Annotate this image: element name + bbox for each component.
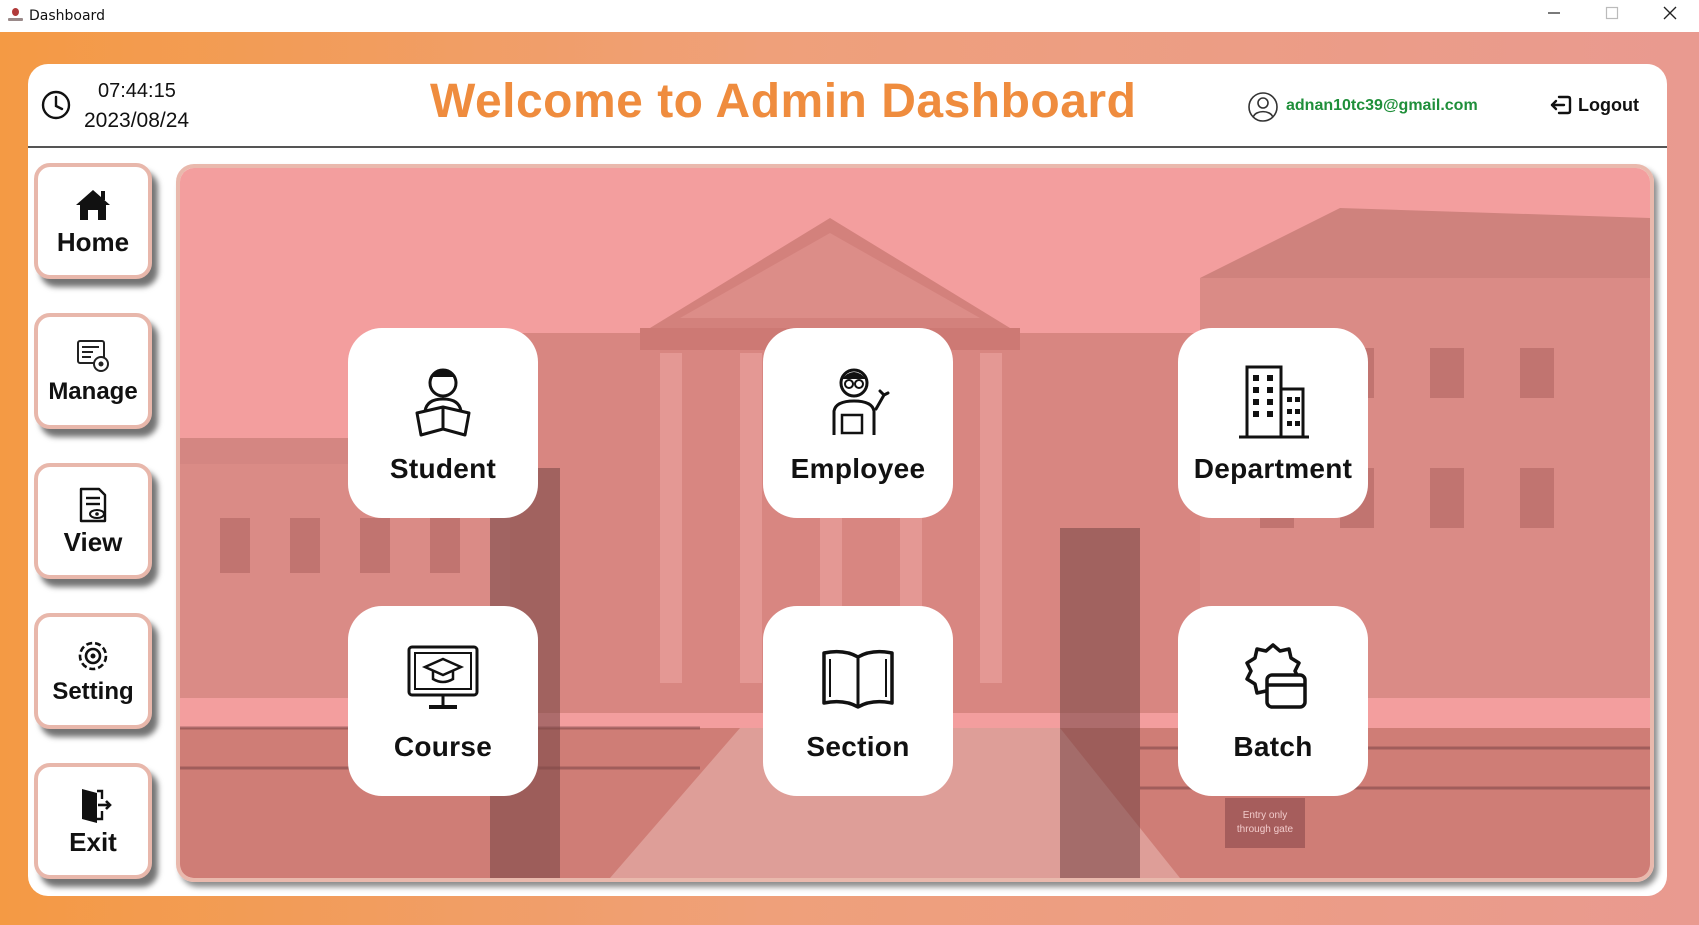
tile-batch[interactable]: Batch: [1178, 606, 1368, 796]
tile-label: Section: [806, 731, 910, 762]
dashboard-card: 07:44:15 2023/08/24 Welcome to Admin Das…: [28, 64, 1667, 896]
close-button[interactable]: [1641, 0, 1699, 26]
tile-department[interactable]: Department: [1178, 328, 1368, 518]
tile-label: Batch: [1233, 731, 1313, 762]
tile-label: Course: [393, 731, 493, 762]
window-titlebar: Dashboard: [0, 0, 1699, 32]
sidebar-item-home[interactable]: Home: [34, 163, 152, 279]
page-title: Welcome to Admin Dashboard: [430, 75, 1137, 128]
sidebar-item-label: View: [63, 526, 123, 557]
tile-label: Employee: [790, 453, 926, 484]
badge-card-icon: [1245, 643, 1307, 709]
logout-button[interactable]: Logout: [1548, 90, 1639, 120]
sidebar-item-manage[interactable]: Manage: [34, 313, 152, 429]
tile-student[interactable]: Student: [348, 328, 538, 518]
tile-label: Department: [1193, 453, 1353, 484]
clock-time: 07:44:15: [98, 80, 176, 102]
minimize-button[interactable]: [1525, 0, 1583, 26]
sidebar-item-label: Home: [56, 226, 130, 257]
maximize-icon: [1605, 6, 1619, 20]
sidebar-item-label: Setting: [52, 678, 134, 705]
window-title: Dashboard: [29, 8, 105, 24]
user-email: adnan10tc39@gmail.com: [1286, 97, 1478, 114]
user-avatar-icon: [1248, 92, 1278, 122]
open-book-icon: [822, 649, 894, 709]
home-icon: [76, 189, 110, 220]
sidebar-item-view[interactable]: View: [34, 463, 152, 579]
sidebar-item-setting[interactable]: Setting: [34, 613, 152, 729]
student-reading-icon: [415, 368, 471, 437]
clock-icon: [41, 90, 71, 120]
logout-icon: [1550, 95, 1572, 115]
sidebar-item-label: Exit: [69, 826, 117, 857]
hero-panel: Entry only through gate Student Employee…: [176, 164, 1654, 882]
building-icon: [1239, 365, 1309, 439]
view-document-icon: [79, 487, 107, 522]
logout-label: Logout: [1578, 94, 1639, 115]
sidebar-item-exit[interactable]: Exit: [34, 763, 152, 879]
tile-section[interactable]: Section: [763, 606, 953, 796]
employee-icon: [832, 368, 890, 435]
gear-icon: [78, 641, 108, 671]
tile-label: Student: [389, 453, 497, 484]
header-bar: 07:44:15 2023/08/24 Welcome to Admin Das…: [28, 64, 1667, 148]
close-icon: [1663, 6, 1677, 20]
course-monitor-icon: [407, 645, 479, 709]
sidebar-item-label: Manage: [48, 378, 138, 405]
minimize-icon: [1548, 12, 1560, 14]
clock-date: 2023/08/24: [84, 109, 190, 132]
tile-employee[interactable]: Employee: [763, 328, 953, 518]
app-logo-icon: [7, 8, 23, 24]
exit-door-icon: [82, 788, 112, 823]
tile-course[interactable]: Course: [348, 606, 538, 796]
maximize-button[interactable]: [1583, 0, 1641, 26]
window-controls: [1525, 0, 1699, 32]
manage-icon: [77, 340, 109, 372]
